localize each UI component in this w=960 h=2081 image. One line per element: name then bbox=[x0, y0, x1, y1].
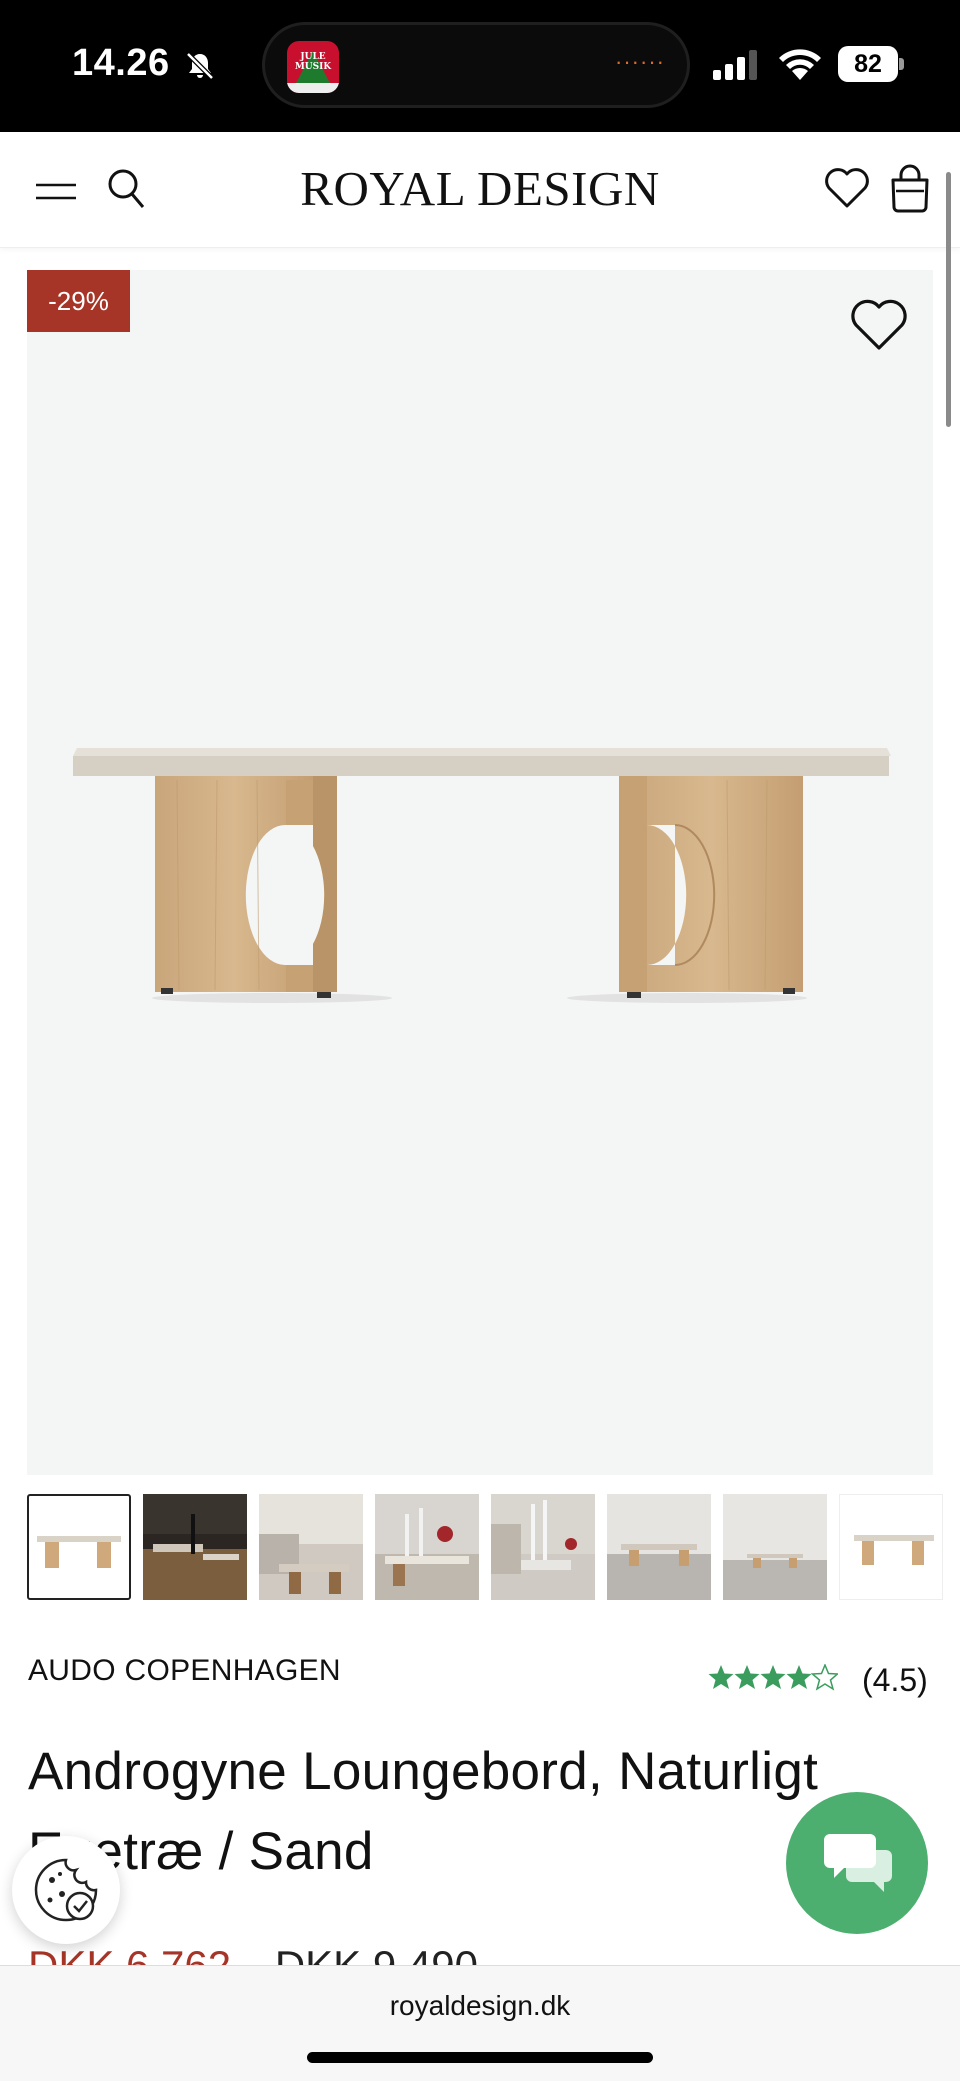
status-time: 14.26 bbox=[72, 42, 170, 84]
thumbnail-6[interactable] bbox=[607, 1494, 711, 1600]
rating-stars bbox=[708, 1664, 838, 1690]
search-icon[interactable] bbox=[106, 167, 146, 211]
wifi-icon bbox=[779, 49, 821, 80]
battery-level: 82 bbox=[838, 46, 898, 82]
discount-badge: -29% bbox=[27, 270, 130, 332]
thumbnail-5[interactable] bbox=[491, 1494, 595, 1600]
thumbnail-2[interactable] bbox=[143, 1494, 247, 1600]
menu-icon[interactable] bbox=[36, 178, 76, 204]
shopping-bag-icon[interactable] bbox=[888, 163, 932, 213]
thumbnail-7[interactable] bbox=[723, 1494, 827, 1600]
product-brand[interactable]: AUDO COPENHAGEN bbox=[28, 1654, 341, 1688]
status-bar: 14.26 JULE MUSIK ······ 82 bbox=[0, 0, 960, 132]
thumbnail-3[interactable] bbox=[259, 1494, 363, 1600]
chat-bubbles-icon bbox=[824, 1834, 892, 1892]
dynamic-island[interactable]: JULE MUSIK ······ bbox=[262, 22, 690, 108]
home-indicator[interactable] bbox=[307, 2052, 653, 2063]
site-logo[interactable]: ROYAL DESIGN bbox=[280, 160, 680, 217]
chat-button[interactable] bbox=[786, 1792, 928, 1934]
bell-slash-icon bbox=[186, 52, 214, 80]
rating-value[interactable]: (4.5) bbox=[862, 1662, 928, 1699]
wishlist-heart-icon[interactable] bbox=[824, 166, 870, 210]
cookie-icon bbox=[34, 1858, 98, 1922]
audio-indicator: ······ bbox=[615, 49, 665, 74]
scrollbar-thumb[interactable] bbox=[946, 172, 951, 427]
browser-url[interactable]: royaldesign.dk bbox=[0, 1990, 960, 2022]
thumbnail-8[interactable] bbox=[839, 1494, 943, 1600]
cookie-settings-button[interactable] bbox=[12, 1836, 120, 1944]
battery-indicator: 82 bbox=[838, 46, 904, 82]
cellular-signal-icon bbox=[713, 50, 757, 80]
browser-bottom-bar bbox=[0, 1965, 960, 2081]
thumbnail-strip[interactable] bbox=[27, 1494, 960, 1600]
thumbnail-4[interactable] bbox=[375, 1494, 479, 1600]
thumbnail-1[interactable] bbox=[27, 1494, 131, 1600]
julemusik-app-icon: JULE MUSIK bbox=[287, 41, 339, 93]
favorite-heart-icon[interactable] bbox=[850, 298, 908, 352]
coffee-table-illustration bbox=[73, 748, 891, 1003]
app-icon-label: JULE MUSIK bbox=[294, 52, 332, 72]
